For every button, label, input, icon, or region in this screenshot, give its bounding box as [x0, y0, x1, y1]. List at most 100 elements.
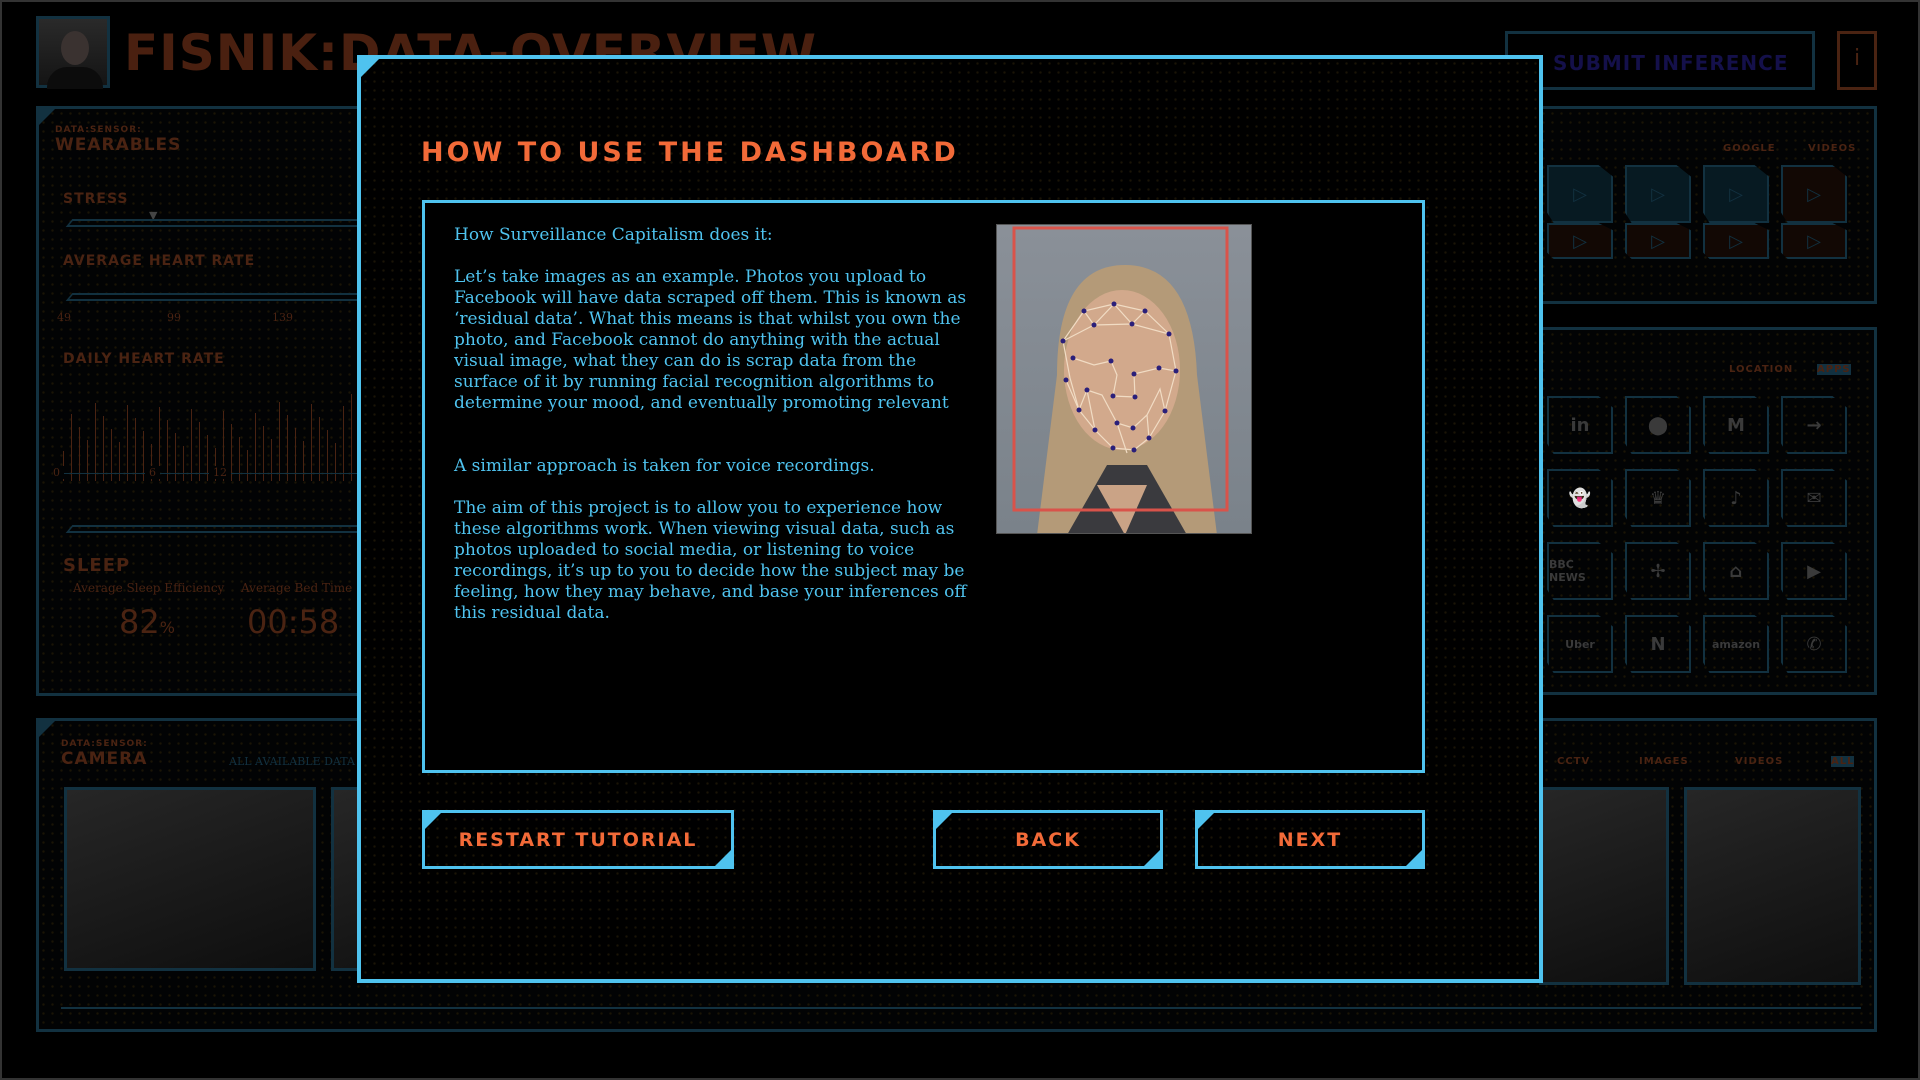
- play-icon: ▷: [1573, 183, 1587, 205]
- tab-images[interactable]: IMAGES: [1639, 756, 1689, 767]
- paragraph: The aim of this project is to allow you …: [454, 498, 967, 623]
- tab-google[interactable]: GOOGLE: [1723, 143, 1776, 154]
- app-tile-uber[interactable]: Uber: [1547, 615, 1613, 673]
- bbc-news-icon: BBC NEWS: [1549, 558, 1586, 584]
- camera-title: CAMERA: [61, 749, 148, 769]
- paragraph: A similar approach is taken for voice re…: [454, 456, 875, 476]
- uber-icon: Uber: [1565, 637, 1595, 651]
- app-tile-tiktok[interactable]: ♪: [1703, 469, 1769, 527]
- sleep-label: SLEEP: [63, 555, 131, 576]
- play-icon: ▷: [1573, 230, 1587, 252]
- scrollbar[interactable]: [61, 1007, 1861, 1009]
- tick: 99: [167, 311, 181, 324]
- app-tile-amazon[interactable]: amazon: [1703, 615, 1769, 673]
- tab-videos[interactable]: VIDEOS: [1735, 756, 1783, 767]
- tick: 12: [209, 466, 231, 479]
- app-tile-bbc-news[interactable]: BBC NEWS: [1547, 542, 1613, 600]
- video-tile[interactable]: ▷: [1781, 165, 1847, 223]
- camera-photo-cctv-street[interactable]: [1539, 787, 1669, 985]
- heart-rate-bar: [239, 437, 240, 481]
- unit: %: [159, 618, 175, 637]
- tab-videos[interactable]: VIDEOS: [1808, 143, 1856, 154]
- submit-inference-button[interactable]: SUBMIT INFERENCE: [1505, 31, 1815, 90]
- bed-time-value: 00:58: [247, 603, 340, 641]
- daily-hr-label: DAILY HEART RATE: [63, 351, 225, 367]
- app-tile-barclays-eagle[interactable]: ♛: [1625, 469, 1691, 527]
- sensor-label: DATA:SENSOR:: [61, 739, 148, 749]
- google-home-icon: ⌂: [1729, 560, 1743, 582]
- linkedin-icon: in: [1570, 414, 1590, 436]
- app-tile-arrow-circle[interactable]: →: [1781, 396, 1847, 454]
- camera-photo-food[interactable]: [1684, 787, 1861, 985]
- restart-tutorial-button[interactable]: RESTART TUTORIAL: [422, 810, 734, 869]
- youtube-icon: ▶: [1807, 560, 1821, 582]
- app-tile-maps-pin[interactable]: ⬤: [1625, 396, 1691, 454]
- wearables-title: WEARABLES: [55, 135, 182, 155]
- amazon-icon: amazon: [1711, 637, 1761, 651]
- gmail-icon: M: [1727, 414, 1745, 436]
- video-tile[interactable]: ▷: [1547, 223, 1613, 259]
- app-tile-gmail[interactable]: M: [1703, 396, 1769, 454]
- app-tile-snapchat[interactable]: 👻: [1547, 469, 1613, 527]
- tick: 6: [145, 466, 160, 479]
- video-tile[interactable]: ▷: [1625, 165, 1691, 223]
- button-label: NEXT: [1277, 828, 1343, 851]
- next-button[interactable]: NEXT: [1195, 810, 1425, 869]
- avg-hr-label: AVERAGE HEART RATE: [63, 253, 256, 269]
- whatsapp-icon: ✆: [1806, 633, 1822, 655]
- netflix-icon: N: [1650, 633, 1666, 655]
- app-tile-whatsapp[interactable]: ✆: [1781, 615, 1847, 673]
- modal-title: HOW TO USE THE DASHBOARD: [421, 137, 959, 168]
- app-tile-mail[interactable]: ✉: [1781, 469, 1847, 527]
- app-tile-linkedin[interactable]: in: [1547, 396, 1613, 454]
- camera-photo-stadium[interactable]: [64, 787, 316, 971]
- camera-subtitle: ALL AVAILABLE DATA F: [229, 755, 367, 768]
- app-tile-google-photos[interactable]: ✢: [1625, 542, 1691, 600]
- tiktok-icon: ♪: [1730, 487, 1742, 509]
- avatar: [36, 16, 110, 89]
- tick: 0: [53, 466, 64, 479]
- tab-location[interactable]: LOCATION: [1729, 364, 1793, 375]
- heart-rate-bar: [87, 440, 88, 481]
- video-tile[interactable]: ▷: [1703, 223, 1769, 259]
- play-icon: ▷: [1729, 230, 1743, 252]
- heart-rate-bar: [335, 443, 336, 481]
- paragraph: How Surveillance Capitalism does it:: [454, 225, 773, 245]
- app-tile-google-home[interactable]: ⌂: [1703, 542, 1769, 600]
- heart-rate-bar: [119, 442, 120, 481]
- snapchat-icon: 👻: [1568, 487, 1592, 509]
- play-icon: ▷: [1651, 183, 1665, 205]
- play-icon: ▷: [1651, 230, 1665, 252]
- heart-rate-bar: [271, 439, 272, 481]
- video-tile[interactable]: ▷: [1625, 223, 1691, 259]
- play-icon: ▷: [1807, 230, 1821, 252]
- video-tile[interactable]: ▷: [1547, 165, 1613, 223]
- maps-pin-icon: ⬤: [1647, 414, 1669, 436]
- tick: 139: [272, 311, 293, 324]
- video-tile[interactable]: ▷: [1781, 223, 1847, 259]
- mail-icon: ✉: [1806, 487, 1822, 509]
- heart-rate-bar: [183, 446, 184, 481]
- tab-cctv[interactable]: CCTV: [1557, 756, 1590, 767]
- value: 82: [119, 603, 160, 641]
- tab-all[interactable]: ALL: [1831, 756, 1855, 767]
- button-label: BACK: [1015, 828, 1081, 851]
- google-photos-icon: ✢: [1650, 560, 1666, 582]
- facial-recognition-image: [996, 224, 1252, 534]
- play-icon: ▷: [1807, 183, 1821, 205]
- video-tile[interactable]: ▷: [1703, 165, 1769, 223]
- tutorial-content: How Surveillance Capitalism does it: Let…: [422, 200, 1425, 773]
- tick: 49: [57, 311, 71, 324]
- sleep-efficiency-label: Average Sleep Efficiency: [73, 581, 225, 595]
- info-button[interactable]: i: [1837, 31, 1877, 90]
- sleep-efficiency-value: 82%: [119, 603, 175, 641]
- back-button[interactable]: BACK: [933, 810, 1163, 869]
- tab-apps[interactable]: APPS: [1817, 364, 1851, 375]
- tutorial-modal: HOW TO USE THE DASHBOARD How Surveillanc…: [357, 55, 1543, 983]
- heart-rate-bar: [207, 435, 208, 481]
- button-label: RESTART TUTORIAL: [458, 828, 698, 851]
- app-tile-netflix[interactable]: N: [1625, 615, 1691, 673]
- app-tile-youtube[interactable]: ▶: [1781, 542, 1847, 600]
- barclays-eagle-icon: ♛: [1649, 487, 1667, 509]
- bed-time-label: Average Bed Time: [241, 581, 353, 595]
